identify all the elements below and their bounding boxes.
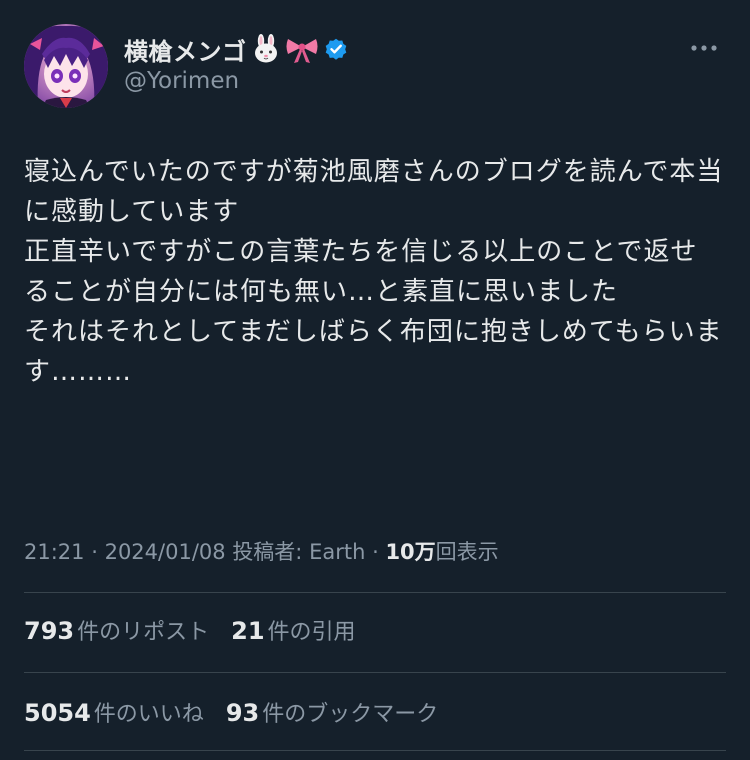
tweet-header: 横槍メンゴ @Yorimen — [24, 24, 726, 112]
tweet-date[interactable]: 2024/01/08 — [105, 540, 226, 564]
author-names: 横槍メンゴ @Yorimen — [124, 32, 349, 94]
divider — [24, 672, 726, 673]
tweet-meta: 21:21 · 2024/01/08 投稿者: Earth · 10万回表示 — [24, 536, 499, 566]
display-name-row: 横槍メンゴ — [124, 32, 349, 66]
divider — [24, 750, 726, 751]
tweet-source: 投稿者: Earth — [232, 540, 366, 564]
quotes-stat[interactable]: 21 件の引用 — [231, 614, 355, 646]
stats-row-reposts: 793 件のリポスト 21 件の引用 — [24, 614, 378, 646]
bookmarks-stat[interactable]: 93 件のブックマーク — [226, 696, 438, 728]
likes-stat[interactable]: 5054 件のいいね — [24, 696, 204, 728]
likes-label: 件のいいね — [93, 702, 204, 727]
avatar[interactable] — [24, 24, 108, 108]
quotes-count: 21 — [231, 617, 265, 645]
views-label: 回表示 — [435, 540, 499, 564]
tweet-text: 寝込んでいたのですが菊池風磨さんのブログを読んで本当に感動しています 正直辛いで… — [24, 157, 724, 387]
verified-badge-icon[interactable] — [323, 36, 349, 62]
ribbon-icon — [285, 34, 319, 64]
meta-separator: · — [372, 540, 386, 564]
avatar-image — [24, 24, 108, 108]
rabbit-face-icon — [251, 34, 281, 64]
reposts-label: 件のリポスト — [77, 620, 210, 645]
meta-separator: · — [91, 540, 105, 564]
stats-row-likes: 5054 件のいいね 93 件のブックマーク — [24, 696, 460, 728]
divider — [24, 592, 726, 593]
bookmarks-label: 件のブックマーク — [262, 702, 439, 727]
quotes-label: 件の引用 — [267, 620, 356, 645]
handle[interactable]: @Yorimen — [124, 68, 349, 94]
reposts-count: 793 — [24, 617, 75, 645]
reposts-stat[interactable]: 793 件のリポスト — [24, 614, 209, 646]
bookmarks-count: 93 — [225, 699, 260, 727]
tweet-time[interactable]: 21:21 — [24, 540, 85, 564]
likes-count: 5054 — [24, 699, 91, 727]
more-options-icon[interactable] — [686, 36, 722, 60]
views-count: 10万 — [385, 540, 436, 564]
display-name[interactable]: 横槍メンゴ — [124, 32, 247, 67]
